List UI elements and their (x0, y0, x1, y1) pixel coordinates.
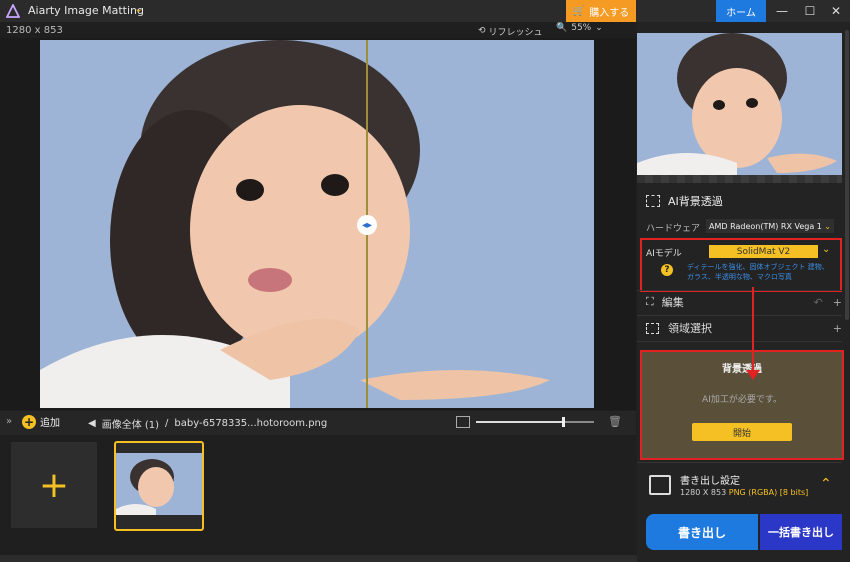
divider (637, 341, 842, 342)
bg-transparency-message: AI加工が必要です。 (702, 395, 782, 405)
image-thumbnail[interactable] (114, 441, 204, 531)
slider-fill (476, 421, 564, 423)
add-label: 追加 (40, 418, 60, 429)
crumb-all[interactable]: 画像全体 (1) (102, 416, 159, 431)
export-format: PNG (RGBA) [8 bits] (728, 488, 809, 497)
undo-icon[interactable]: ↶ (814, 296, 823, 309)
preview-image (637, 33, 842, 175)
export-settings-icon (649, 475, 671, 495)
chevron-down-icon[interactable]: ⌄ (134, 2, 143, 15)
maximize-icon[interactable]: ☐ (796, 0, 824, 22)
edit-section[interactable]: ⛶ 編集 ↶ + (646, 293, 842, 311)
ai-model-select[interactable]: SolidMat V2 (709, 245, 818, 258)
divider (637, 462, 842, 463)
chevron-down-icon[interactable]: ⌄ (822, 244, 830, 255)
buy-label: 購入する (589, 7, 630, 19)
export-info: 1280 X 853 PNG (RGBA) [8 bits] (680, 488, 808, 497)
main-image[interactable] (40, 40, 594, 408)
chevron-up-icon[interactable]: ⌃ (820, 476, 832, 492)
divider (637, 290, 842, 291)
hardware-value: AMD Radeon(TM) RX Vega 1 (709, 221, 822, 231)
plus-icon[interactable]: + (833, 322, 842, 335)
region-label: 領域選択 (668, 322, 712, 335)
batch-export-button[interactable]: 一括書き出し (760, 514, 842, 550)
slider-thumb[interactable] (562, 417, 565, 427)
add-button[interactable]: + 追加 (22, 414, 60, 429)
annotation-arrow (752, 287, 754, 375)
app-title: Aiarty Image Matting (28, 4, 144, 17)
buy-button[interactable]: 🛒 購入する (566, 0, 636, 22)
bg-transparency-title: 背景透過 (722, 364, 762, 375)
hardware-select[interactable]: AMD Radeon(TM) RX Vega 1 ⌄ (706, 219, 834, 233)
export-settings[interactable] (642, 466, 842, 506)
plus-icon[interactable]: + (833, 296, 842, 309)
crop-icon: ⛶ (646, 295, 654, 308)
image-size-icon (456, 416, 470, 428)
edit-label: 編集 (661, 296, 684, 309)
model-description: ディテールを強化、固体オブジェクト 建物、ガラス、半透明な物、マクロ写真 (687, 263, 829, 281)
back-arrow-icon[interactable]: ◀ (88, 418, 96, 429)
ai-matting-icon (646, 195, 660, 207)
panel-scrollbar[interactable] (845, 30, 849, 320)
start-button[interactable]: 開始 (692, 423, 792, 441)
zoom-control[interactable]: 🔍 55% ⌄ (556, 23, 603, 33)
preview-transparent-strip (637, 175, 842, 183)
compare-handle-icon[interactable]: ◂▸ (357, 215, 377, 235)
minimize-icon[interactable]: — (768, 0, 796, 22)
refresh-button[interactable]: ⟲ リフレッシュ (478, 24, 543, 38)
chevron-down-icon: ⌄ (595, 23, 603, 33)
export-button[interactable]: 書き出し (646, 514, 758, 550)
crumb-separator: / (165, 418, 169, 429)
add-image-tile[interactable]: + (11, 442, 97, 528)
ai-bg-remove-title: AI背景透過 (668, 195, 723, 208)
divider (637, 315, 842, 316)
annotation-arrowhead (746, 370, 760, 380)
close-icon[interactable]: ✕ (822, 0, 850, 22)
marquee-icon (646, 322, 659, 334)
chevron-down-icon: ⌄ (824, 221, 831, 231)
crumb-file: baby-6578335...hotoroom.png (174, 418, 328, 429)
collapse-icon[interactable]: » (6, 416, 12, 427)
ai-model-label: AIモデル (646, 249, 682, 259)
hardware-label: ハードウェア (646, 224, 701, 234)
breadcrumb: ◀ 画像全体 (1) / baby-6578335...hotoroom.png (88, 416, 327, 431)
ai-bg-remove-header: AI背景透過 (646, 193, 723, 209)
zoom-value: 55% (571, 23, 592, 33)
trash-icon[interactable]: 🗑 (608, 415, 622, 428)
canvas-area (0, 38, 636, 410)
export-size: 1280 X 853 (680, 488, 727, 497)
cart-icon: 🛒 (572, 5, 586, 17)
region-select-section[interactable]: 領域選択 + (646, 319, 842, 337)
plus-icon: + (22, 414, 36, 429)
help-icon[interactable]: ? (661, 264, 673, 276)
refresh-label: リフレッシュ (488, 27, 543, 38)
image-dimensions: 1280 x 853 (6, 25, 63, 36)
app-logo-icon (6, 4, 20, 18)
home-button[interactable]: ホーム (716, 0, 766, 22)
refresh-icon: ⟲ (478, 26, 486, 36)
export-settings-title: 書き出し設定 (680, 476, 740, 487)
zoom-icon: 🔍 (556, 23, 568, 33)
